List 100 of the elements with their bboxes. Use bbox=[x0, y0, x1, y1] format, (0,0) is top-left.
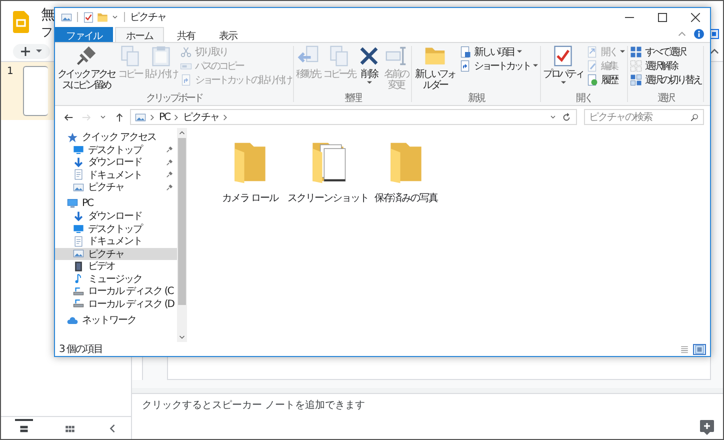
speaker-notes-field[interactable]: クリックするとスピーカー ノートを追加できます bbox=[132, 393, 723, 439]
splitter-handle[interactable] bbox=[132, 388, 723, 393]
star-icon bbox=[67, 132, 78, 143]
search-icon bbox=[690, 112, 699, 122]
breadcrumb-item[interactable]: ピクチャ bbox=[183, 110, 220, 124]
nav-item[interactable]: ドキュメント bbox=[55, 235, 177, 248]
pin-icon bbox=[166, 146, 173, 154]
nav-item[interactable]: PC bbox=[55, 198, 177, 210]
ribbon-button[interactable]: 選択解除 bbox=[629, 59, 702, 72]
film-icon bbox=[73, 260, 84, 272]
ribbon-group-label: 新規 bbox=[467, 93, 486, 105]
nav-item[interactable]: ローカル ディスク (C bbox=[55, 285, 177, 298]
search-field[interactable]: ピクチャの検索 bbox=[584, 109, 704, 125]
search-input[interactable]: ピクチャの検索 bbox=[589, 112, 690, 122]
down-arrow-icon bbox=[73, 156, 84, 168]
caret-icon bbox=[517, 49, 522, 54]
ribbon-button[interactable]: 新しいフォルダー bbox=[413, 45, 457, 93]
help-icon[interactable] bbox=[694, 29, 704, 39]
maximize-icon bbox=[658, 12, 666, 22]
folder-item[interactable]: 保存済みの写真 bbox=[369, 136, 443, 208]
up-arrow-icon bbox=[114, 112, 125, 122]
ribbon-group-label: 整理 bbox=[344, 93, 362, 105]
slide-thumbnail[interactable] bbox=[23, 66, 48, 116]
drive-icon bbox=[73, 298, 84, 310]
nav-item[interactable]: ミュージック bbox=[55, 272, 177, 285]
forward-arrow-icon bbox=[81, 112, 92, 122]
caret-icon[interactable] bbox=[36, 48, 42, 54]
nav-item[interactable]: ローカル ディスク (D bbox=[55, 298, 177, 310]
scissors-icon bbox=[180, 46, 192, 58]
scrollbar[interactable] bbox=[177, 128, 187, 342]
details-view-button[interactable] bbox=[678, 344, 691, 354]
nav-item[interactable]: デスクトップ bbox=[55, 222, 177, 235]
ribbon-group-label: 開く bbox=[575, 93, 593, 105]
window-title: ピクチャ bbox=[130, 11, 166, 24]
scroll-down-icon[interactable] bbox=[179, 335, 185, 340]
ribbon-button[interactable]: ショートカット bbox=[458, 59, 539, 72]
dotted-squares-icon bbox=[630, 60, 642, 72]
chevron-up-icon[interactable] bbox=[710, 46, 719, 56]
monitor-icon bbox=[73, 144, 84, 156]
clipboard-icon bbox=[150, 45, 172, 67]
ribbon-button[interactable]: 履歴 bbox=[585, 73, 626, 86]
page-check-icon bbox=[83, 12, 94, 22]
breadcrumb-item[interactable]: PC bbox=[159, 112, 170, 122]
plus-icon[interactable] bbox=[21, 46, 30, 56]
chevron-left-icon[interactable] bbox=[108, 424, 117, 432]
ribbon-tab[interactable]: 表示 bbox=[208, 27, 248, 42]
ribbon-tab[interactable]: ファイル bbox=[55, 27, 113, 42]
menu-item[interactable]: フ bbox=[41, 24, 55, 41]
back-arrow-icon bbox=[63, 112, 74, 122]
page-pencil-icon bbox=[586, 60, 598, 72]
folder-icon bbox=[97, 12, 108, 22]
music-note-icon bbox=[73, 273, 84, 284]
ribbon-button[interactable]: 削除 bbox=[357, 45, 381, 93]
ribbon-button[interactable]: プロパティ bbox=[542, 45, 584, 93]
picture-icon bbox=[73, 248, 84, 260]
caret-icon bbox=[560, 80, 566, 85]
document-icon bbox=[73, 169, 84, 180]
nav-item[interactable]: クイック アクセス bbox=[55, 131, 177, 144]
nav-item[interactable]: ダウンロード bbox=[55, 156, 177, 168]
nav-item[interactable]: ピクチャ bbox=[55, 248, 177, 260]
nav-item[interactable]: ピクチャ bbox=[55, 181, 177, 194]
scroll-up-icon[interactable] bbox=[179, 130, 185, 135]
ribbon-button[interactable]: クイック アクセスにピン留め bbox=[56, 45, 116, 93]
document-icon bbox=[73, 236, 84, 247]
nav-item[interactable]: ネットワーク bbox=[55, 314, 177, 326]
chevron-right-icon bbox=[223, 114, 228, 120]
add-note-icon[interactable] bbox=[699, 419, 715, 435]
computer-icon bbox=[67, 198, 78, 210]
details-view-icon bbox=[680, 344, 689, 354]
pages-icon bbox=[119, 45, 141, 67]
picture-icon bbox=[61, 12, 72, 22]
large-icons-view-button[interactable] bbox=[693, 344, 706, 354]
document-title[interactable]: 無 bbox=[41, 7, 55, 24]
nav-item[interactable]: ビデオ bbox=[55, 260, 177, 272]
pin-icon bbox=[166, 184, 173, 191]
ribbon-tab[interactable]: 共有 bbox=[166, 27, 206, 42]
ribbon-tab[interactable]: ホーム bbox=[115, 27, 164, 42]
ribbon-button[interactable]: 新しい項目 bbox=[458, 45, 539, 58]
nav-item[interactable]: ダウンロード bbox=[55, 210, 177, 222]
delete-icon bbox=[358, 45, 380, 67]
nav-item[interactable]: デスクトップ bbox=[55, 144, 177, 156]
nav-item[interactable]: ドキュメント bbox=[55, 168, 177, 181]
ribbon-button[interactable]: すべて選択 bbox=[629, 45, 702, 58]
ribbon-group-label: 選択 bbox=[656, 93, 675, 105]
refresh-icon bbox=[561, 112, 572, 122]
chevron-right-icon bbox=[150, 114, 155, 120]
pin-icon bbox=[166, 158, 173, 166]
ribbon-group-label: クリップボード bbox=[145, 93, 204, 105]
folder-item[interactable]: カメラ ロール bbox=[213, 136, 287, 208]
monitor-icon bbox=[73, 223, 84, 234]
text-cursor-icon bbox=[385, 45, 407, 67]
caret-icon bbox=[620, 49, 625, 54]
pin-icon bbox=[75, 45, 97, 67]
slide-number: 1 bbox=[7, 66, 14, 79]
folder-icon bbox=[424, 45, 446, 67]
address-bar[interactable]: PC ピクチャ bbox=[130, 109, 577, 125]
scrollbar-thumb[interactable] bbox=[178, 138, 186, 305]
presentation-logo-icon bbox=[13, 11, 29, 33]
ribbon-button[interactable]: 選択の切り替え bbox=[629, 73, 702, 86]
caret-icon bbox=[111, 13, 119, 21]
